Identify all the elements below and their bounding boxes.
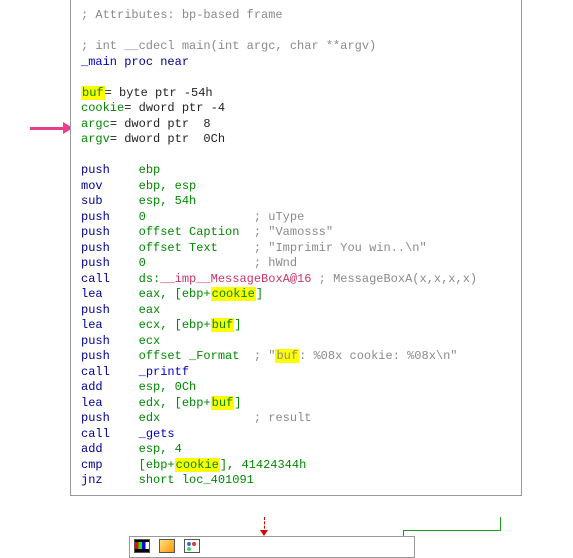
instr[interactable]: jnz short loc_401091	[81, 473, 511, 489]
comment-attributes: ; Attributes: bp-based frame	[81, 8, 511, 24]
instr[interactable]: lea edx, [ebp+buf]	[81, 396, 511, 412]
instr[interactable]: call _printf	[81, 365, 511, 381]
instr[interactable]: push ecx	[81, 334, 511, 350]
flow-edge-true	[500, 517, 501, 530]
instr[interactable]: add esp, 0Ch	[81, 380, 511, 396]
folder-icon[interactable]	[159, 539, 175, 553]
instr[interactable]: push 0 ; uType	[81, 210, 511, 226]
instr[interactable]: push 0 ; hWnd	[81, 256, 511, 272]
instr[interactable]: lea eax, [ebp+cookie]	[81, 287, 511, 303]
instr[interactable]: push edx ; result	[81, 411, 511, 427]
next-block-header[interactable]	[129, 536, 415, 558]
graph-nodes-icon[interactable]	[184, 539, 200, 553]
instr[interactable]: cmp [ebp+cookie], 41424344h	[81, 458, 511, 474]
instr[interactable]: lea ecx, [ebp+buf]	[81, 318, 511, 334]
instr[interactable]: call _gets	[81, 427, 511, 443]
instr[interactable]: push ebp	[81, 163, 511, 179]
comment-signature: ; int __cdecl main(int argc, char **argv…	[81, 39, 511, 55]
disassembly-block[interactable]: ; Attributes: bp-based frame ; int __cde…	[70, 0, 522, 496]
instr[interactable]: add esp, 4	[81, 442, 511, 458]
var-cookie[interactable]: cookie= dword ptr -4	[81, 101, 511, 117]
proc-declaration[interactable]: _main proc near	[81, 55, 511, 71]
instr[interactable]: push offset _Format ; "buf: %08x cookie:…	[81, 349, 511, 365]
instr[interactable]: call ds:__imp__MessageBoxA@16 ; MessageB…	[81, 272, 511, 288]
instr[interactable]: sub esp, 54h	[81, 194, 511, 210]
instr[interactable]: push offset Caption ; "Vamosss"	[81, 225, 511, 241]
var-buf[interactable]: buf= byte ptr -54h	[81, 86, 511, 102]
annotation-arrow	[30, 122, 72, 134]
var-argc[interactable]: argc= dword ptr 8	[81, 117, 511, 133]
instr[interactable]: push offset Text ; "Imprimir You win..\n…	[81, 241, 511, 257]
flow-edge-true	[403, 530, 501, 531]
var-argv[interactable]: argv= dword ptr 0Ch	[81, 132, 511, 148]
color-palette-icon[interactable]	[134, 539, 150, 553]
instr[interactable]: mov ebp, esp	[81, 179, 511, 195]
instr[interactable]: push eax	[81, 303, 511, 319]
